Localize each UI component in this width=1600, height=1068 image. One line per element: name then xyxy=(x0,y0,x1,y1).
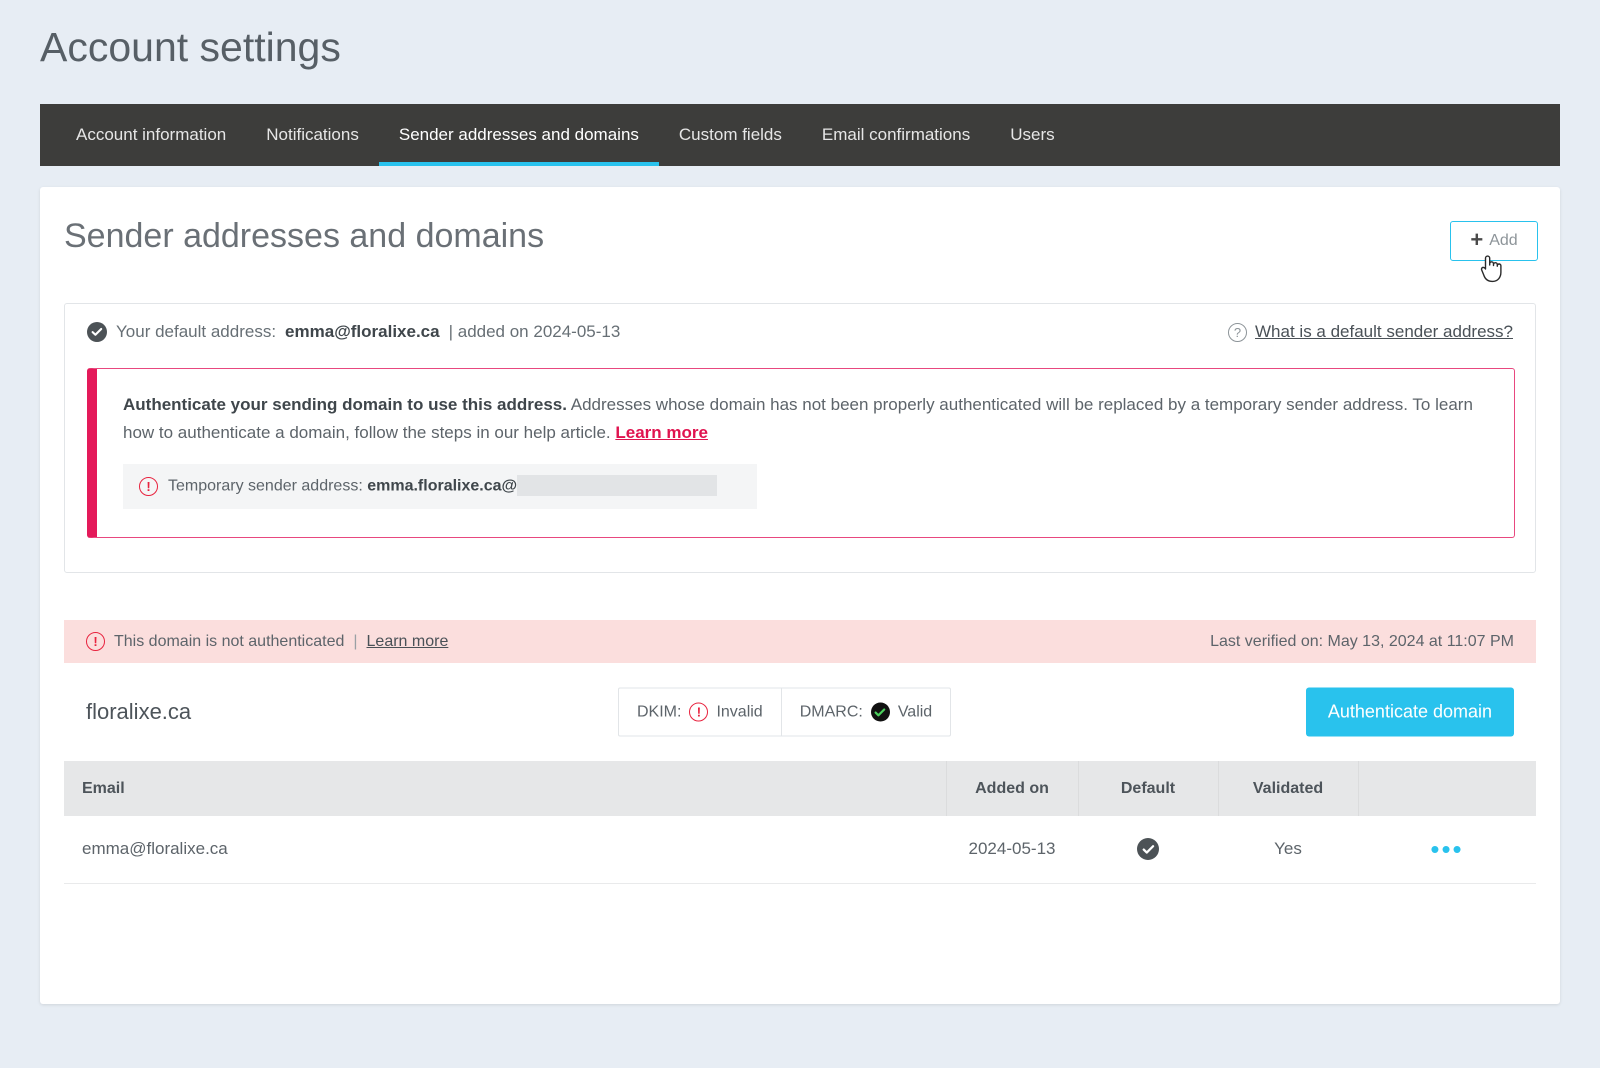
authenticate-domain-alert: Authenticate your sending domain to use … xyxy=(87,368,1515,538)
domain-block: ! This domain is not authenticated | Lea… xyxy=(64,620,1536,884)
table-row: emma@floralixe.ca 2024-05-13 Yes ••• xyxy=(64,816,1536,883)
default-address-row: Your default address: emma@floralixe.ca … xyxy=(65,304,1535,360)
column-header-email: Email xyxy=(64,761,946,816)
settings-tab-bar: Account information Notifications Sender… xyxy=(40,104,1560,166)
default-address-info: Your default address: emma@floralixe.ca … xyxy=(87,322,620,342)
exclamation-circle-icon: ! xyxy=(139,477,158,496)
add-button-label: Add xyxy=(1489,232,1517,250)
temporary-sender-label: Temporary sender address: xyxy=(168,478,363,495)
cell-actions[interactable]: ••• xyxy=(1358,816,1536,883)
account-settings-page: Account settings Account information Not… xyxy=(0,0,1600,1068)
exclamation-circle-icon: ! xyxy=(689,703,708,722)
domain-not-authenticated-banner: ! This domain is not authenticated | Lea… xyxy=(64,620,1536,663)
alert-headline: Authenticate your sending domain to use … xyxy=(123,395,567,414)
dmarc-label: DMARC: xyxy=(800,703,863,721)
authenticate-domain-button[interactable]: Authenticate domain xyxy=(1306,688,1514,737)
alert-message: Authenticate your sending domain to use … xyxy=(123,391,1488,447)
cell-validated: Yes xyxy=(1218,816,1358,883)
page-title: Account settings xyxy=(40,24,341,71)
default-address-help[interactable]: ? What is a default sender address? xyxy=(1228,322,1513,342)
default-address-suffix: | added on 2024-05-13 xyxy=(449,322,621,342)
tab-label: Custom fields xyxy=(679,125,782,145)
domain-warning-message: ! This domain is not authenticated | Lea… xyxy=(86,632,448,651)
default-address-panel: Your default address: emma@floralixe.ca … xyxy=(64,303,1536,573)
plus-icon: + xyxy=(1470,229,1483,251)
tab-sender-addresses-and-domains[interactable]: Sender addresses and domains xyxy=(379,104,659,166)
card-header: Sender addresses and domains + Add xyxy=(40,187,1560,304)
column-header-default: Default xyxy=(1078,761,1218,816)
question-circle-icon: ? xyxy=(1228,323,1247,342)
cell-default xyxy=(1078,816,1218,883)
domain-warning-text: This domain is not authenticated xyxy=(114,633,344,651)
default-address-prefix: Your default address: xyxy=(116,322,276,342)
domain-status-group: DKIM: ! Invalid DMARC: Valid xyxy=(618,688,951,737)
tab-notifications[interactable]: Notifications xyxy=(246,104,379,166)
sender-addresses-table: Email Added on Default Validated emma@fl… xyxy=(64,761,1536,884)
dkim-status: DKIM: ! Invalid xyxy=(619,689,781,736)
add-button[interactable]: + Add xyxy=(1450,221,1538,261)
temporary-sender-address-text: Temporary sender address: emma.floralixe… xyxy=(168,476,717,497)
tab-users[interactable]: Users xyxy=(990,104,1074,166)
check-circle-icon xyxy=(87,322,107,342)
row-menu-icon[interactable]: ••• xyxy=(1430,834,1463,864)
exclamation-circle-icon: ! xyxy=(86,632,105,651)
dmarc-value: Valid xyxy=(898,703,932,721)
tab-label: Notifications xyxy=(266,125,359,145)
tab-label: Sender addresses and domains xyxy=(399,125,639,145)
tab-label: Email confirmations xyxy=(822,125,970,145)
tab-account-information[interactable]: Account information xyxy=(56,104,246,166)
temporary-sender-value: emma.floralixe.ca@ xyxy=(367,478,517,495)
cell-email: emma@floralixe.ca xyxy=(64,816,946,883)
alert-learn-more-link[interactable]: Learn more xyxy=(615,423,708,442)
table-header-row: Email Added on Default Validated xyxy=(64,761,1536,816)
section-title: Sender addresses and domains xyxy=(64,217,544,256)
tab-custom-fields[interactable]: Custom fields xyxy=(659,104,802,166)
column-header-added-on: Added on xyxy=(946,761,1078,816)
dkim-label: DKIM: xyxy=(637,703,681,721)
domain-row: floralixe.ca DKIM: ! Invalid DMARC: Vali… xyxy=(64,663,1536,761)
redacted-domain-block xyxy=(517,475,717,496)
sender-addresses-card: Sender addresses and domains + Add Your … xyxy=(40,187,1560,1004)
tab-label: Users xyxy=(1010,125,1054,145)
check-circle-icon xyxy=(1137,838,1159,860)
check-circle-icon xyxy=(871,703,890,722)
column-header-actions xyxy=(1358,761,1536,816)
tab-email-confirmations[interactable]: Email confirmations xyxy=(802,104,990,166)
domain-warning-learn-more-link[interactable]: Learn more xyxy=(367,633,449,651)
tab-label: Account information xyxy=(76,125,226,145)
column-header-validated: Validated xyxy=(1218,761,1358,816)
default-sender-help-link[interactable]: What is a default sender address? xyxy=(1255,322,1513,342)
temporary-sender-address-box: ! Temporary sender address: emma.florali… xyxy=(123,464,757,509)
domain-warning-separator: | xyxy=(353,633,357,651)
dmarc-status: DMARC: Valid xyxy=(781,689,951,736)
domain-name: floralixe.ca xyxy=(86,699,191,725)
default-address-email: emma@floralixe.ca xyxy=(285,322,440,342)
last-verified-text: Last verified on: May 13, 2024 at 11:07 … xyxy=(1210,633,1514,651)
cell-added-on: 2024-05-13 xyxy=(946,816,1078,883)
dkim-value: Invalid xyxy=(716,703,762,721)
